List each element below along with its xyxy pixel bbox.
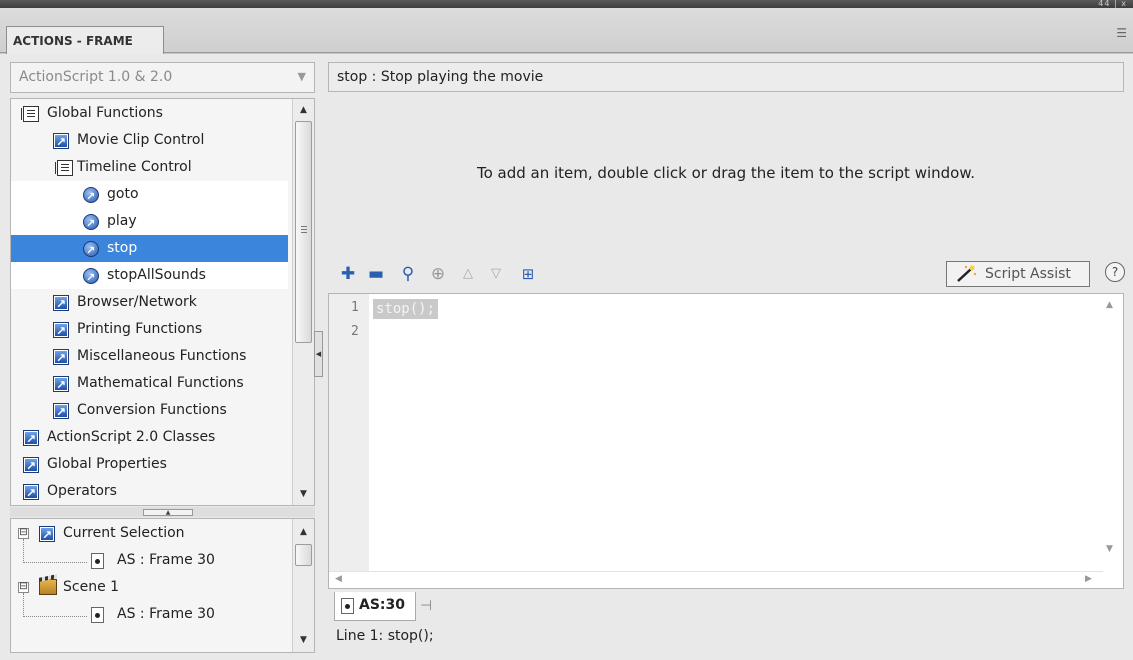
tree-scroll-thumb[interactable] bbox=[295, 121, 312, 343]
tab-actions-frame[interactable]: ACTIONS - FRAME bbox=[6, 26, 164, 54]
tree-scrollbar[interactable]: ▲ ▼ bbox=[292, 99, 314, 505]
action-circle-icon bbox=[83, 210, 99, 237]
insert-icon[interactable]: ⊞ bbox=[516, 262, 540, 286]
move-up-icon[interactable]: △ bbox=[456, 262, 480, 286]
chevron-down-icon: ▼ bbox=[297, 70, 306, 83]
tree-item-mathematical-functions[interactable]: Mathematical Functions bbox=[11, 370, 288, 399]
frame-script-icon bbox=[91, 553, 104, 569]
tree-item-stopallsounds[interactable]: stopAllSounds bbox=[11, 262, 288, 291]
action-circle-icon bbox=[83, 264, 99, 291]
tree-item-stop[interactable]: stop bbox=[11, 235, 288, 264]
window-controls[interactable]: 44 | x bbox=[1098, 0, 1127, 8]
line-number-gutter: 1 2 bbox=[329, 294, 369, 572]
action-arrow-icon bbox=[53, 291, 69, 318]
panel-menu-icon[interactable]: ☰ bbox=[1116, 26, 1127, 40]
action-circle-icon bbox=[83, 183, 99, 210]
script-tab-label: AS:30 bbox=[359, 597, 405, 613]
actions-panel: ActionScript 1.0 & 2.0 ▼ Global Function… bbox=[0, 54, 1133, 660]
collapse-icon[interactable]: ⊟ bbox=[18, 582, 29, 593]
tree-item-global-functions[interactable]: Global Functions bbox=[11, 100, 288, 127]
magic-wand-icon bbox=[957, 265, 977, 282]
action-arrow-icon bbox=[53, 345, 69, 372]
frame-script-icon bbox=[341, 598, 354, 614]
navigator-scroll-thumb[interactable] bbox=[295, 544, 312, 566]
scroll-up-icon[interactable]: ▲ bbox=[293, 101, 314, 119]
actions-toolbox-tree: Global Functions Movie Clip Control Time… bbox=[10, 98, 315, 506]
tree-item-operators[interactable]: Operators bbox=[11, 478, 288, 505]
scroll-down-icon[interactable]: ▼ bbox=[1106, 544, 1113, 554]
add-statement-icon[interactable]: ✚ bbox=[336, 262, 360, 286]
action-arrow-icon bbox=[23, 453, 39, 480]
book-icon bbox=[55, 160, 73, 176]
tree-item-timeline-control[interactable]: Timeline Control bbox=[11, 154, 288, 181]
language-select[interactable]: ActionScript 1.0 & 2.0 ▼ bbox=[10, 62, 315, 93]
tree-item-movie-clip-control[interactable]: Movie Clip Control bbox=[11, 127, 288, 156]
scroll-right-icon[interactable]: ▶ bbox=[1085, 574, 1092, 584]
book-icon bbox=[21, 106, 39, 122]
tree-item-actionscript-classes[interactable]: ActionScript 2.0 Classes bbox=[11, 424, 288, 453]
scroll-up-icon[interactable]: ▲ bbox=[293, 523, 314, 541]
action-arrow-icon bbox=[53, 372, 69, 399]
action-arrow-icon bbox=[23, 426, 39, 453]
action-arrow-icon bbox=[23, 480, 39, 505]
line-number: 1 bbox=[351, 300, 359, 315]
collapse-toolbox-button[interactable]: ◀ bbox=[314, 331, 323, 377]
title-bar: 44 | x bbox=[0, 0, 1133, 8]
script-tab[interactable]: AS:30 bbox=[334, 592, 416, 621]
language-select-value: ActionScript 1.0 & 2.0 bbox=[19, 69, 173, 85]
script-navigator: ⊟ Current Selection AS : Frame 30 ⊟ Scen… bbox=[10, 518, 315, 653]
tree-item-global-properties[interactable]: Global Properties bbox=[11, 451, 288, 480]
editor-vertical-scrollbar[interactable]: ▲ ▼ bbox=[1101, 294, 1123, 572]
pin-script-icon[interactable]: ⊣ bbox=[420, 598, 432, 614]
tree-item-browser-network[interactable]: Browser/Network bbox=[11, 289, 288, 318]
frame-script-icon bbox=[91, 607, 104, 623]
action-description: stop : Stop playing the movie bbox=[328, 62, 1124, 92]
nav-item-as-frame-30[interactable]: AS : Frame 30 bbox=[11, 547, 281, 574]
scroll-left-icon[interactable]: ◀ bbox=[335, 574, 342, 584]
script-editor[interactable]: 1 2 stop(); ▲ ▼ ◀ ▶ bbox=[328, 293, 1124, 589]
splitter-handle[interactable]: ▲ bbox=[143, 509, 193, 516]
tree-item-goto[interactable]: goto bbox=[11, 181, 288, 210]
delete-statement-icon[interactable]: ▬ bbox=[364, 262, 388, 286]
navigator-scrollbar[interactable]: ▲ ▼ bbox=[292, 519, 314, 652]
script-assist-label: Script Assist bbox=[985, 266, 1071, 282]
scroll-down-icon[interactable]: ▼ bbox=[293, 485, 314, 503]
action-circle-icon bbox=[83, 237, 99, 264]
tree-item-miscellaneous-functions[interactable]: Miscellaneous Functions bbox=[11, 343, 288, 372]
script-toolbar: ✚ ▬ ⚲ ⊕ △ ▽ ⊞ Script Assist ? bbox=[328, 257, 1128, 291]
script-assist-button[interactable]: Script Assist bbox=[946, 261, 1090, 287]
editor-horizontal-scrollbar[interactable]: ◀ ▶ bbox=[329, 571, 1103, 588]
tree-item-printing-functions[interactable]: Printing Functions bbox=[11, 316, 288, 345]
action-arrow-icon bbox=[53, 129, 69, 156]
tree-item-conversion-functions[interactable]: Conversion Functions bbox=[11, 397, 288, 426]
action-arrow-icon bbox=[53, 399, 69, 426]
action-arrow-icon bbox=[53, 318, 69, 345]
scroll-up-icon[interactable]: ▲ bbox=[1106, 300, 1113, 310]
grip-icon bbox=[301, 226, 307, 227]
scroll-down-icon[interactable]: ▼ bbox=[293, 631, 314, 649]
help-button[interactable]: ? bbox=[1105, 262, 1125, 282]
target-path-icon[interactable]: ⊕ bbox=[426, 262, 450, 286]
pane-splitter[interactable]: ▲ bbox=[10, 507, 315, 517]
collapse-icon[interactable]: ⊟ bbox=[18, 528, 29, 539]
nav-item-as-frame-30[interactable]: AS : Frame 30 bbox=[11, 601, 281, 628]
find-icon[interactable]: ⚲ bbox=[396, 262, 420, 286]
panel-tab-strip: ACTIONS - FRAME ☰ bbox=[0, 8, 1133, 54]
status-line: Line 1: stop(); bbox=[336, 628, 434, 644]
move-down-icon[interactable]: ▽ bbox=[484, 262, 508, 286]
hint-text: To add an item, double click or drag the… bbox=[476, 164, 976, 182]
code-line[interactable]: stop(); bbox=[373, 299, 439, 319]
tree-item-play[interactable]: play bbox=[11, 208, 288, 237]
line-number: 2 bbox=[351, 324, 359, 339]
